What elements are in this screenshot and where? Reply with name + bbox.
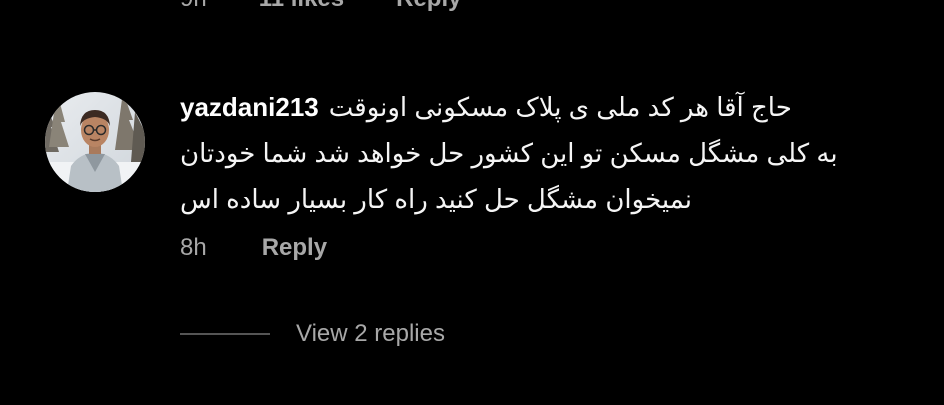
reply-button[interactable]: Reply <box>262 234 327 262</box>
user-avatar-photo <box>45 92 145 192</box>
comment-text-line-2: به کلی مشگل مسکن تو این کشور حل خواهد شد… <box>180 138 838 168</box>
comment-text-line-3: نمیخوان مشگل حل کنید راه کار بسیار ساده … <box>180 184 692 214</box>
view-replies-label: View 2 replies <box>296 320 445 347</box>
previous-comment-meta: 9h 11 likes Reply <box>180 0 461 13</box>
avatar[interactable] <box>45 92 145 192</box>
comment-time: 8h <box>180 234 207 261</box>
comment-line-1: yazdani213 حاج آقا هر کد ملی ی پلاک مسکون… <box>180 84 880 130</box>
previous-comment-likes[interactable]: 11 likes <box>259 0 344 13</box>
comment-username[interactable]: yazdani213 <box>180 92 319 122</box>
previous-comment-reply-button[interactable]: Reply <box>396 0 461 13</box>
comment-body: yazdani213 حاج آقا هر کد ملی ی پلاک مسکون… <box>180 84 880 222</box>
replies-divider-line <box>180 333 270 335</box>
view-replies-button[interactable]: View 2 replies <box>180 320 445 348</box>
previous-comment-time: 9h <box>180 0 207 13</box>
comment-text-line-1: حاج آقا هر کد ملی ی پلاک مسکونی اونوقت <box>328 92 792 122</box>
comment-meta: 8h Reply <box>180 234 327 262</box>
